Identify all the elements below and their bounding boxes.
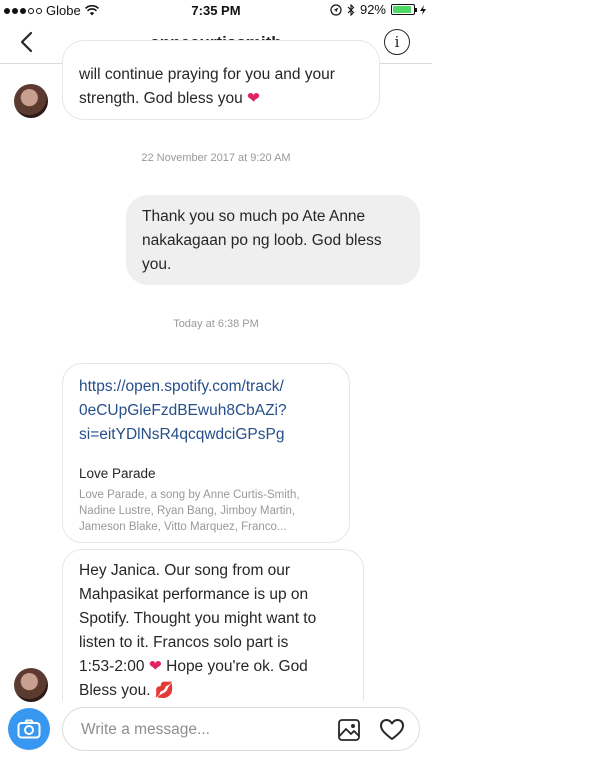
camera-icon <box>17 719 41 739</box>
heart-emoji: ❤ <box>247 90 261 107</box>
back-button[interactable] <box>12 28 40 56</box>
heart-icon <box>380 719 404 740</box>
message-line: nakakagaan po ng loob. God bless <box>142 232 382 249</box>
message-line: strength. God bless you ❤ <box>79 90 261 107</box>
avatar[interactable] <box>14 84 48 118</box>
heart-emoji: ❤ <box>148 658 162 675</box>
message-line: Spotify. Thought you might want to <box>79 610 317 627</box>
message-timestamp: 22 November 2017 at 9:20 AM <box>141 152 291 164</box>
like-button[interactable] <box>379 717 405 743</box>
message-line: you. <box>142 256 172 273</box>
camera-button[interactable] <box>8 708 50 750</box>
bluetooth-icon <box>347 3 355 16</box>
message-line: Mahpasikat performance is up on <box>79 586 309 603</box>
direct-message-screen: Globe 7:35 PM 92% i will continue prayin… <box>0 0 432 759</box>
link-preview-description: Love Parade, a song by Anne Curtis-Smith… <box>79 489 300 533</box>
info-button[interactable]: i <box>384 29 410 55</box>
message-line: 1:53-2:00 ❤ Hope you're ok. God <box>79 658 308 675</box>
status-right: 92% <box>330 2 426 17</box>
info-icon: i <box>394 33 400 51</box>
gallery-icon <box>338 719 360 741</box>
charging-icon <box>420 4 426 15</box>
avatar[interactable] <box>14 668 48 702</box>
message-input-box[interactable] <box>62 707 420 751</box>
message-line: listen to it. Francos solo part is <box>79 634 289 651</box>
battery-icon <box>391 4 417 15</box>
message-line: will continue praying for you and your <box>79 66 335 83</box>
chevron-left-icon <box>20 31 33 53</box>
message-thread[interactable]: will continue praying for you and your s… <box>0 40 432 702</box>
location-icon <box>330 3 342 16</box>
link-preview-title: Love Parade <box>79 466 156 481</box>
message-line: Thank you so much po Ate Anne <box>142 208 366 225</box>
spotify-link[interactable]: https://open.spotify.com/track/ 0eCUpGle… <box>79 375 333 447</box>
battery-percent: 92% <box>359 2 386 17</box>
message-input[interactable] <box>81 719 321 741</box>
message-timestamp: Today at 6:38 PM <box>173 318 259 330</box>
link-preview-message[interactable]: https://open.spotify.com/track/ 0eCUpGle… <box>62 363 350 543</box>
outgoing-message[interactable]: Thank you so much po Ate Anne nakakagaan… <box>126 195 420 285</box>
incoming-message[interactable]: will continue praying for you and your s… <box>62 40 380 120</box>
gallery-button[interactable] <box>337 718 361 742</box>
incoming-message[interactable]: Hey Janica. Our song from our Mahpasikat… <box>62 549 364 701</box>
battery-level <box>393 6 412 13</box>
message-line: Hey Janica. Our song from our <box>79 562 291 579</box>
kiss-emoji: 💋 <box>154 682 175 699</box>
message-composer <box>0 700 432 759</box>
status-bar: Globe 7:35 PM 92% <box>0 0 432 20</box>
